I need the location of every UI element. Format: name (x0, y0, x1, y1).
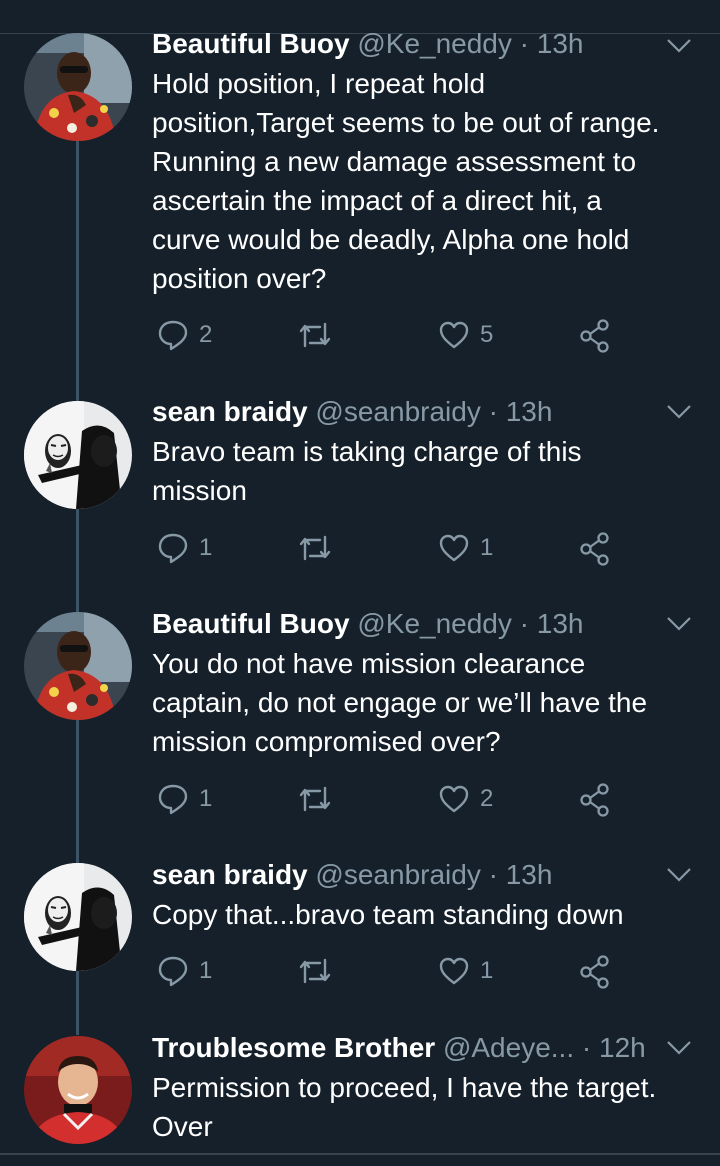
reply-icon (158, 533, 188, 564)
tweet-text-line: You do not have mission clearance (152, 648, 586, 679)
retweet-icon (299, 322, 331, 348)
like-button[interactable]: 2 (438, 783, 493, 815)
tweet-text-line: curve would be deadly, Alpha one hold (152, 224, 630, 255)
tweet-text: Copy that...bravo team standing down (152, 895, 702, 934)
like-count: 2 (480, 785, 494, 812)
tweet-text: Hold position, I repeat hold position,Ta… (152, 64, 702, 298)
heart-icon (439, 957, 469, 985)
thread-line (76, 971, 79, 1035)
timestamp[interactable]: 13h (506, 859, 553, 890)
avatar[interactable] (24, 863, 132, 971)
user-handle[interactable]: @Ke_neddy (357, 28, 512, 59)
bottom-divider (0, 1153, 720, 1155)
chevron-down-icon[interactable] (666, 1040, 692, 1056)
reply-count: 1 (199, 534, 213, 561)
chevron-down-icon[interactable] (666, 616, 692, 632)
tweet-header: sean braidy @seanbraidy · 13h (152, 395, 552, 429)
retweet-button[interactable] (298, 955, 332, 987)
tweet-text-line: position,Target seems to be out of range… (152, 107, 660, 138)
like-button[interactable]: 1 (438, 532, 493, 564)
tweet-header: Beautiful Buoy @Ke_neddy · 13h (152, 27, 584, 61)
separator-dot: · (519, 608, 529, 639)
like-count: 1 (480, 534, 494, 561)
thread-line (76, 720, 79, 864)
reply-button[interactable]: 2 (157, 319, 212, 351)
tweet-text-line: Over (152, 1111, 213, 1142)
display-name[interactable]: Beautiful Buoy (152, 608, 350, 639)
heart-icon (439, 321, 469, 349)
retweet-button[interactable] (298, 783, 332, 815)
chevron-down-icon[interactable] (666, 404, 692, 420)
chevron-down-icon[interactable] (666, 38, 692, 54)
avatar[interactable] (24, 401, 132, 509)
reply-icon (158, 320, 188, 351)
display-name[interactable]: Troublesome Brother (152, 1032, 435, 1063)
display-name[interactable]: sean braidy (152, 396, 308, 427)
timestamp[interactable]: 13h (537, 608, 584, 639)
timestamp[interactable]: 12h (599, 1032, 646, 1063)
like-button[interactable]: 5 (438, 319, 493, 351)
separator-dot: · (488, 859, 498, 890)
tweet-text-line: position over? (152, 263, 327, 294)
share-button[interactable] (579, 955, 611, 989)
reply-count: 2 (199, 321, 213, 348)
like-count: 5 (480, 321, 494, 348)
tweet-text-line: Bravo team is taking charge of this (152, 436, 582, 467)
thread-line (76, 140, 79, 402)
tweet-text-line: ascertain the impact of a direct hit, a (152, 185, 602, 216)
tweet-text-line: Running a new damage assessment to (152, 146, 637, 177)
display-name[interactable]: sean braidy (152, 859, 308, 890)
heart-icon (439, 534, 469, 562)
avatar[interactable] (24, 612, 132, 720)
tweet-text-line: mission (152, 475, 247, 506)
retweet-button[interactable] (298, 319, 332, 351)
avatar[interactable] (24, 1036, 132, 1144)
separator-dot: · (581, 1032, 592, 1063)
tweet-text-line: captain, do not engage or we’ll have the (152, 687, 648, 718)
chevron-down-icon[interactable] (666, 867, 692, 883)
user-handle[interactable]: @seanbraidy (315, 859, 480, 890)
tweet-header: Beautiful Buoy @Ke_neddy · 13h (152, 607, 584, 641)
share-button[interactable] (579, 319, 611, 353)
user-handle[interactable]: @Ke_neddy (357, 608, 512, 639)
heart-icon (439, 785, 469, 813)
display-name[interactable]: Beautiful Buoy (152, 28, 350, 59)
timestamp[interactable]: 13h (537, 28, 584, 59)
like-button[interactable]: 1 (438, 955, 493, 987)
tweet-header: Troublesome Brother @Adeye... · 12h (152, 1031, 646, 1065)
tweet-text-line: Permission to proceed, I have the target… (152, 1072, 657, 1103)
tweet-header: sean braidy @seanbraidy · 13h (152, 858, 552, 892)
retweet-button[interactable] (298, 532, 332, 564)
avatar[interactable] (24, 33, 132, 141)
tweet-text: You do not have mission clearance captai… (152, 644, 702, 761)
reply-count: 1 (199, 957, 213, 984)
user-handle[interactable]: @seanbraidy (315, 396, 480, 427)
tweet-text-line: mission compromised over? (152, 726, 501, 757)
reply-button[interactable]: 1 (157, 532, 212, 564)
tweet-text-line: Copy that...bravo team standing down (152, 899, 624, 930)
reply-count: 1 (199, 785, 213, 812)
reply-button[interactable]: 1 (157, 783, 212, 815)
share-icon (580, 783, 609, 817)
retweet-icon (299, 958, 331, 984)
tweet-text: Permission to proceed, I have the target… (152, 1068, 702, 1146)
retweet-icon (299, 535, 331, 561)
like-count: 1 (480, 957, 494, 984)
share-icon (580, 955, 609, 989)
share-button[interactable] (579, 532, 611, 566)
tweet-text-line: Hold position, I repeat hold (152, 68, 486, 99)
share-button[interactable] (579, 783, 611, 817)
reply-button[interactable]: 1 (157, 955, 212, 987)
thread-line (76, 509, 79, 613)
user-handle[interactable]: @Adeye... (443, 1032, 574, 1063)
reply-icon (158, 784, 188, 815)
share-icon (580, 532, 609, 566)
tweet-text: Bravo team is taking charge of this miss… (152, 432, 702, 510)
separator-dot: · (488, 396, 498, 427)
reply-icon (158, 956, 188, 987)
separator-dot: · (519, 28, 529, 59)
retweet-icon (299, 786, 331, 812)
share-icon (580, 319, 609, 353)
timestamp[interactable]: 13h (506, 396, 553, 427)
